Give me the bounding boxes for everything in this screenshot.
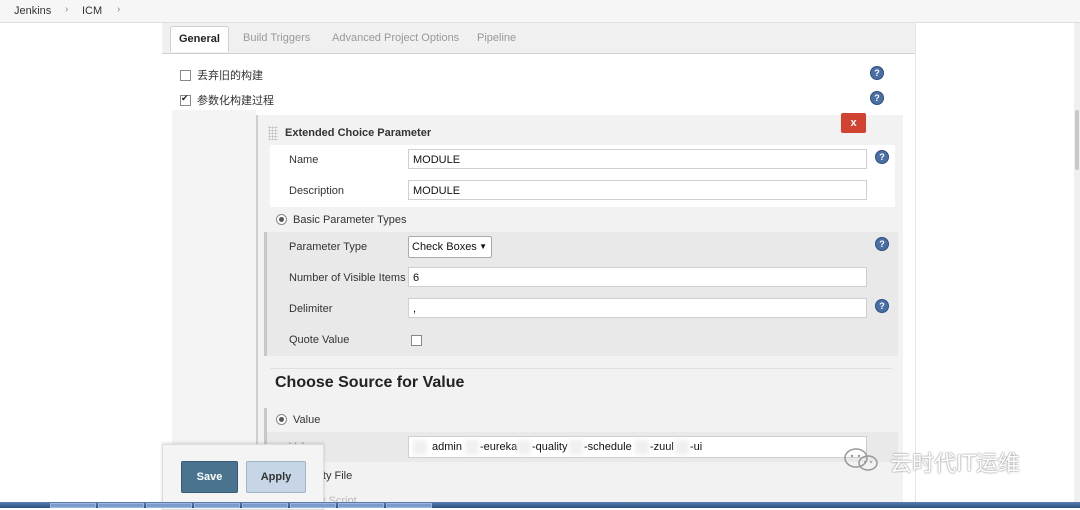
wechat-icon [844, 448, 878, 471]
redacted-region [569, 440, 583, 455]
taskbar-item[interactable] [146, 503, 192, 508]
breadcrumb-icm[interactable]: ICM [82, 5, 102, 17]
redacted-region [517, 440, 531, 455]
apply-button[interactable]: Apply [246, 461, 306, 493]
value-radio-panel [264, 408, 898, 432]
section-divider [270, 368, 892, 369]
value-radio[interactable] [276, 413, 287, 425]
help-icon[interactable]: ? [875, 150, 889, 164]
dropdown-arrow-icon: ▼ [479, 242, 487, 251]
value-radio-row[interactable]: Value [276, 413, 321, 426]
basic-parameter-types-row[interactable]: Basic Parameter Types [276, 213, 407, 226]
value-input[interactable]: admin -eureka -quality -schedule -zuul -… [408, 436, 867, 458]
description-input[interactable]: MODULE [408, 180, 867, 200]
parameter-title: Extended Choice Parameter [285, 127, 432, 139]
redacted-region [413, 440, 427, 455]
tab-build-triggers[interactable]: Build Triggers [243, 32, 310, 44]
help-icon[interactable]: ? [870, 91, 884, 105]
quote-value-checkbox[interactable] [411, 335, 422, 346]
discard-old-builds-row[interactable]: 丢弃旧的构建 [180, 67, 263, 83]
breadcrumb-jenkins[interactable]: Jenkins [14, 5, 51, 17]
breadcrumb-separator: › [117, 4, 121, 15]
value-radio-label: Value [293, 414, 321, 426]
tab-pipeline[interactable]: Pipeline [477, 32, 516, 44]
delimiter-input[interactable]: , [408, 298, 867, 318]
help-icon[interactable]: ? [870, 66, 884, 80]
basic-parameter-types-label: Basic Parameter Types [293, 214, 407, 226]
parameterized-build-checkbox[interactable] [180, 93, 191, 106]
visible-items-input[interactable]: 6 [408, 267, 867, 287]
delimiter-label: Delimiter [289, 303, 333, 315]
discard-old-builds-checkbox[interactable] [180, 69, 191, 81]
value-token: -quality [532, 441, 568, 453]
parameterized-build-row[interactable]: 参数化构建过程 [180, 92, 274, 108]
taskbar-item[interactable] [290, 503, 336, 508]
parameter-type-select[interactable]: Check Boxes ▼ [408, 236, 492, 258]
redacted-region [635, 440, 649, 455]
parameterized-build-label: 参数化构建过程 [197, 95, 274, 107]
taskbar-item[interactable] [386, 503, 432, 508]
config-tabbar: General Build Triggers Advanced Project … [162, 23, 915, 54]
help-icon[interactable]: ? [875, 299, 889, 313]
watermark-text: 云时代IT运维 [890, 452, 1020, 477]
parameter-type-value: Check Boxes [412, 241, 477, 253]
breadcrumb: Jenkins › ICM › [0, 0, 1080, 23]
visible-items-label: Number of Visible Items [289, 272, 406, 284]
delete-parameter-button[interactable]: x [841, 113, 866, 133]
help-icon[interactable]: ? [875, 237, 889, 251]
taskbar-item[interactable] [242, 503, 288, 508]
parameter-type-label: Parameter Type [289, 241, 368, 253]
scrollbar-thumb[interactable] [1075, 110, 1079, 170]
redacted-region [465, 440, 479, 455]
right-gutter [915, 23, 1080, 508]
description-label: Description [289, 185, 345, 197]
basic-parameter-types-radio[interactable] [276, 213, 287, 225]
value-token: admin [432, 441, 462, 453]
taskbar-item[interactable] [50, 503, 96, 508]
left-gutter [0, 23, 163, 508]
value-token: -eureka [480, 441, 518, 453]
breadcrumb-separator: › [65, 4, 69, 15]
tab-general[interactable]: General [170, 26, 229, 52]
drag-handle-icon[interactable] [268, 126, 278, 140]
value-token: -schedule [584, 441, 632, 453]
taskbar-item[interactable] [98, 503, 144, 508]
value-token: -zuul [650, 441, 674, 453]
taskbar-item[interactable] [338, 503, 384, 508]
choose-source-heading: Choose Source for Value [275, 374, 465, 391]
redacted-region [675, 440, 689, 455]
name-label: Name [289, 154, 319, 166]
name-input[interactable]: MODULE [408, 149, 867, 169]
taskbar-item[interactable] [194, 503, 240, 508]
save-button[interactable]: Save [181, 461, 238, 493]
tab-advanced-project-options[interactable]: Advanced Project Options [332, 32, 459, 44]
vertical-scrollbar[interactable] [1074, 23, 1080, 508]
value-token: -ui [690, 441, 703, 453]
quote-value-label: Quote Value [289, 334, 350, 346]
discard-old-builds-label: 丢弃旧的构建 [197, 70, 263, 82]
